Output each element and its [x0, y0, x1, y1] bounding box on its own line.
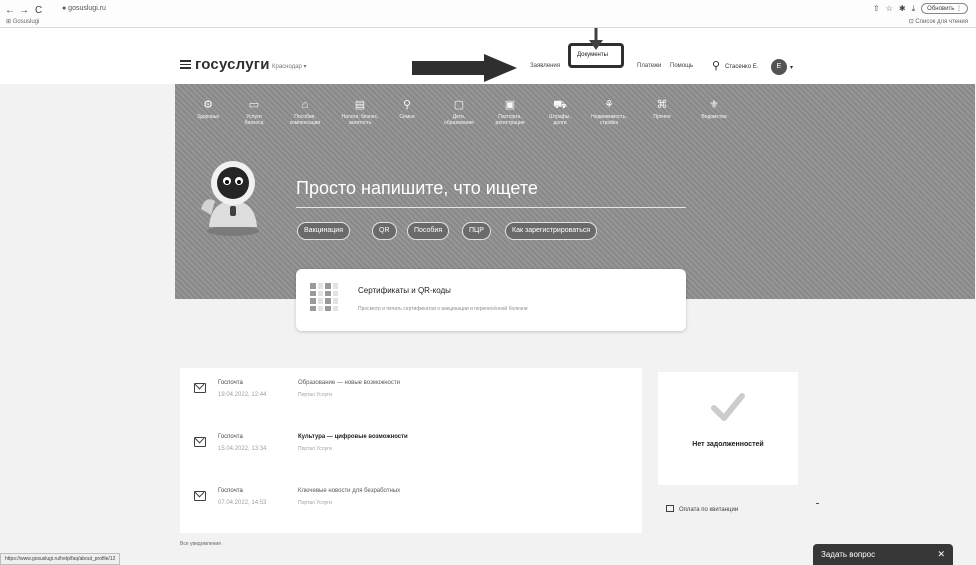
envelope-icon: [194, 491, 206, 501]
nav-applications[interactable]: Заявления: [530, 63, 560, 69]
region-selector[interactable]: Краснодар ▾: [272, 63, 307, 70]
category-taxes[interactable]: ▤ Налоги, бизнес, занятость: [337, 98, 383, 126]
search-icon[interactable]: ⚲: [712, 59, 720, 72]
message-title: Ключевые новости для безработных: [298, 488, 401, 494]
chip-benefits[interactable]: Пособия: [407, 222, 450, 240]
chip-how-to-register[interactable]: Как зарегистрироваться: [505, 222, 598, 240]
chip-qr[interactable]: QR: [372, 222, 397, 240]
qr-code-icon: [310, 283, 338, 311]
message-kind: Госпочта: [218, 434, 243, 440]
certificates-title: Сертификаты и QR-коды: [358, 286, 451, 295]
car-icon: ⛟: [553, 99, 567, 111]
share-icon[interactable]: ⇧: [873, 4, 880, 13]
health-icon: ⚙: [203, 99, 213, 111]
notifications-list: Госпочта 19.04.2022, 12:44 Образование —…: [180, 368, 642, 533]
category-education[interactable]: ▢ Дети, образование: [436, 98, 482, 126]
site-logo[interactable]: госуслуги: [195, 56, 270, 73]
certificates-description: Просмотр и печать сертификатов о вакцина…: [358, 306, 528, 312]
download-icon[interactable]: ⤓: [912, 4, 916, 14]
divider: [816, 503, 819, 504]
message-date: 07.04.2022, 14:53: [218, 500, 267, 506]
browser-status-bar: https://www.gosuslugi.ru/help/faq/about_…: [0, 553, 121, 565]
chip-vaccination[interactable]: Вакцинация: [297, 222, 351, 240]
search-underline: [296, 207, 686, 208]
certificates-card[interactable]: Сертификаты и QR-коды Просмотр и печать …: [296, 269, 686, 331]
message-kind: Госпочта: [218, 488, 243, 494]
house-icon: ⌂: [301, 99, 309, 111]
receipt-icon: [666, 505, 674, 512]
chevron-down-icon[interactable]: ▾: [790, 64, 793, 71]
ask-question-button[interactable]: Задать вопрос ✕: [813, 544, 953, 565]
ask-question-label: Задать вопрос: [821, 550, 876, 559]
category-health[interactable]: ⚙ Здоровье: [185, 98, 231, 120]
annotation-arrow-right-icon: [412, 54, 517, 82]
profile-button[interactable]: Обновить ⋮: [921, 3, 968, 14]
all-notifications-link[interactable]: Все уведомления: [180, 541, 221, 547]
category-family[interactable]: ⚲ Семья: [384, 98, 430, 120]
list-item[interactable]: Госпочта 15.04.2022, 13:34 Культура — ци…: [180, 422, 642, 476]
browser-actions: ⇧ ☆ ✱ ⤓ Обновить ⋮: [873, 3, 968, 14]
family-icon: ⚲: [402, 99, 412, 111]
pay-by-receipt-link[interactable]: Оплата по квитанции: [666, 505, 738, 513]
grid-icon: ⌘: [656, 99, 668, 111]
briefcase-icon: ▤: [354, 99, 366, 111]
debts-card[interactable]: Нет задолженностей: [658, 372, 798, 485]
address-bar[interactable]: ● gosuslugi.ru: [62, 5, 106, 12]
message-kind: Госпочта: [218, 380, 243, 386]
hero-search-title[interactable]: Просто напишите, что ищете: [296, 178, 538, 199]
list-item[interactable]: Госпочта 07.04.2022, 14:53 Ключевые ново…: [180, 476, 642, 530]
message-title: Культура — цифровые возможности: [298, 434, 408, 440]
close-icon[interactable]: ✕: [937, 544, 945, 565]
folder-icon: ▭: [248, 99, 260, 111]
back-icon[interactable]: ←: [5, 5, 15, 16]
envelope-icon: [194, 383, 206, 393]
book-icon: ▢: [453, 99, 465, 111]
category-passports[interactable]: ▣ Паспорта, регистрация: [487, 98, 533, 126]
message-source: Портал Услуги: [298, 446, 332, 452]
category-real-estate[interactable]: ⚘ Недвижимость, стройка: [586, 98, 632, 126]
message-source: Портал Услуги: [298, 392, 332, 398]
nav-help[interactable]: Помощь: [670, 63, 693, 69]
list-item[interactable]: Госпочта 19.04.2022, 12:44 Образование —…: [180, 368, 642, 422]
nav-documents[interactable]: Документы: [577, 52, 608, 58]
category-agencies[interactable]: ⚜ Ведомства: [691, 98, 737, 120]
emblem-icon: ⚜: [709, 99, 719, 111]
message-date: 15.04.2022, 13:34: [218, 446, 267, 452]
forward-icon[interactable]: →: [19, 5, 29, 16]
star-icon[interactable]: ☆: [886, 4, 893, 13]
avatar[interactable]: Е: [771, 59, 787, 75]
message-title: Образование — новые возможности: [298, 380, 400, 386]
category-fines[interactable]: ⛟ Штрафы, долги: [537, 98, 583, 126]
user-name[interactable]: Стасенко Е.: [725, 64, 758, 70]
reading-list-link[interactable]: ⊡ Список для чтения: [909, 18, 968, 25]
chip-pcr[interactable]: ПЦР: [462, 222, 491, 240]
no-debts-text: Нет задолженностей: [692, 441, 764, 448]
building-icon: ⚘: [604, 99, 614, 111]
browser-toolbar: ← → C ● gosuslugi.ru ⊞ Gosuslugi ⇧ ☆ ✱ ⤓…: [0, 0, 976, 28]
message-date: 19.04.2022, 12:44: [218, 392, 267, 398]
robot-assistant-icon: [201, 161, 259, 236]
bookmark-item[interactable]: ⊞ Gosuslugi: [6, 18, 39, 25]
category-benefits[interactable]: ⌂ Пособия, компенсации: [282, 98, 328, 126]
category-business-services[interactable]: ▭ Услуги бизнеса: [231, 98, 277, 126]
reload-icon[interactable]: C: [35, 5, 42, 16]
checkmark-icon: [711, 393, 745, 421]
nav-payments[interactable]: Платежи: [637, 63, 661, 69]
extensions-icon[interactable]: ✱: [899, 4, 906, 13]
passport-icon: ▣: [504, 99, 516, 111]
message-source: Портал Услуги: [298, 500, 332, 506]
annotation-arrow-down-icon: [589, 28, 603, 50]
menu-icon[interactable]: [180, 60, 191, 71]
category-other[interactable]: ⌘ Прочее: [639, 98, 685, 120]
envelope-icon: [194, 437, 206, 447]
